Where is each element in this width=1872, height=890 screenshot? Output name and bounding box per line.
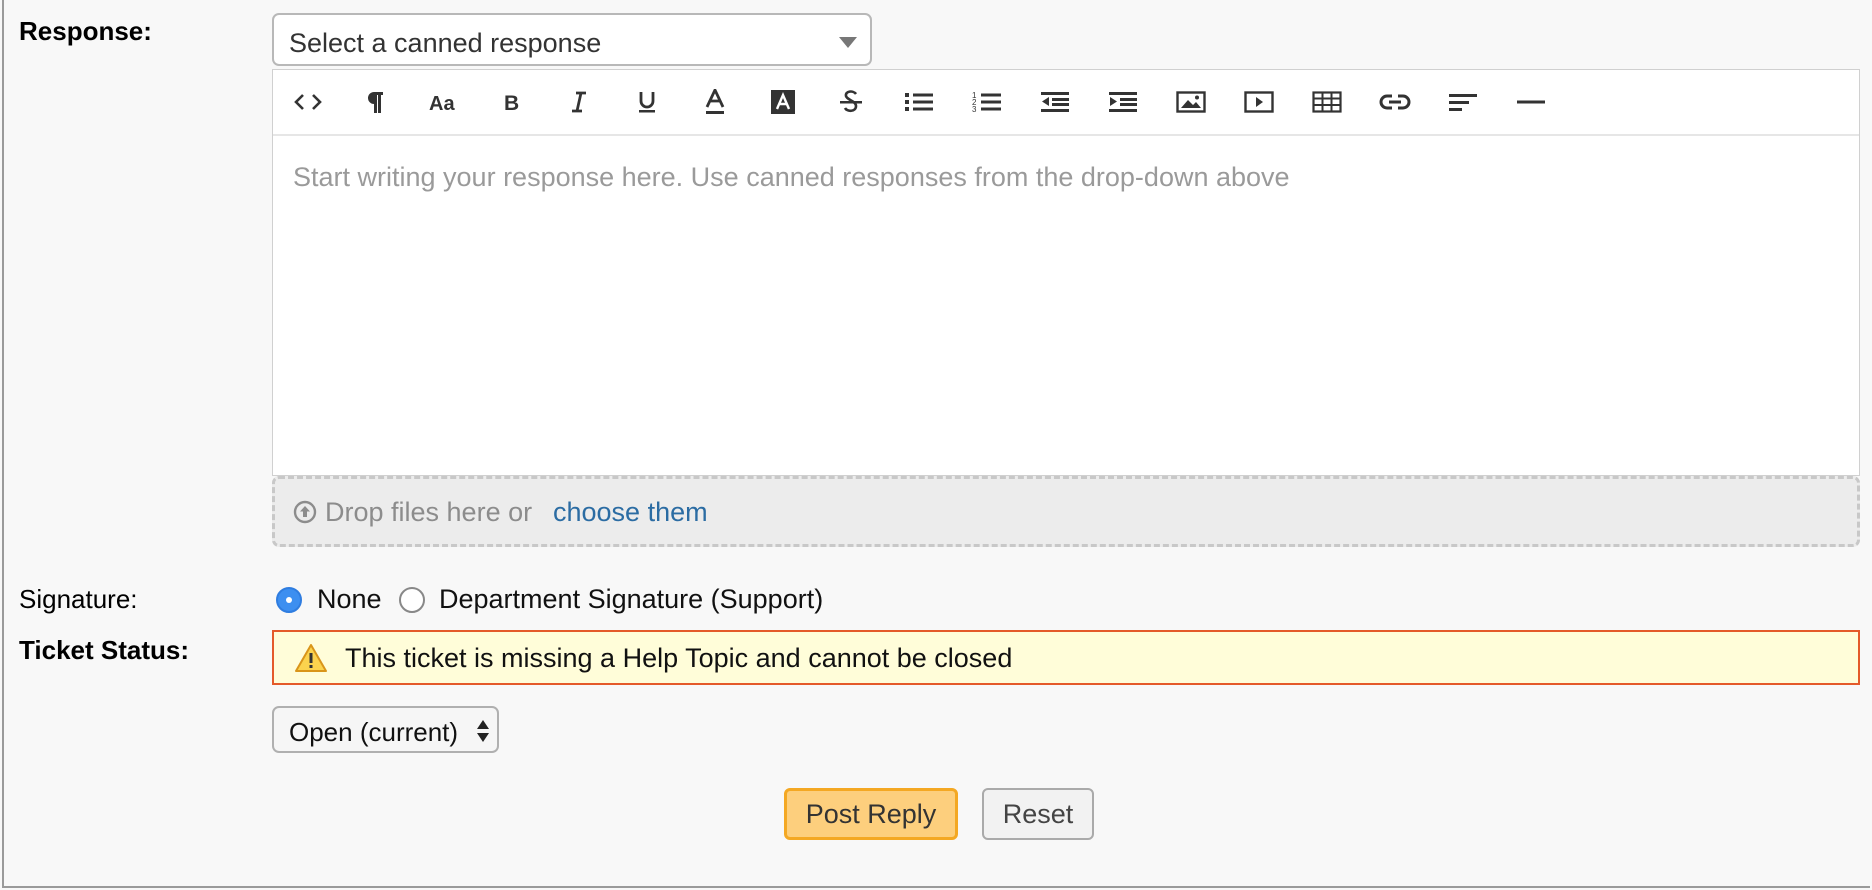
ordered-list-icon[interactable]: 123 [965,80,1009,124]
help-topic-warning: This ticket is missing a Help Topic and … [272,630,1860,685]
response-editor[interactable]: Aa B 123 Start writing your response her… [272,69,1860,476]
choose-files-link[interactable]: choose them [553,497,708,528]
upload-icon [293,500,317,529]
response-label: Response: [19,16,152,46]
underline-icon[interactable] [625,80,669,124]
link-icon[interactable] [1373,80,1417,124]
svg-text:B: B [504,92,519,113]
font-size-icon[interactable]: Aa [421,80,465,124]
italic-icon[interactable] [557,80,601,124]
svg-text:Aa: Aa [429,93,455,113]
paragraph-icon[interactable] [353,80,397,124]
file-dropzone[interactable]: Drop files here or choose them [272,476,1860,547]
horizontal-rule-icon[interactable] [1509,80,1553,124]
strikethrough-icon[interactable] [829,80,873,124]
canned-response-select[interactable]: Select a canned response [272,13,872,66]
svg-text:3: 3 [972,105,977,114]
editor-toolbar: Aa B 123 [273,70,1859,136]
signature-none-radio[interactable] [276,587,302,613]
font-color-icon[interactable] [693,80,737,124]
post-reply-button[interactable]: Post Reply [784,788,958,840]
signature-label: Signature: [19,584,138,614]
canned-response-value: Select a canned response [289,28,602,58]
html-icon[interactable] [286,80,330,124]
chevron-down-icon [839,37,857,48]
signature-none-label[interactable]: None [317,584,382,615]
table-icon[interactable] [1305,80,1349,124]
up-down-arrows-icon [476,719,490,748]
outdent-icon[interactable] [1033,80,1077,124]
align-icon[interactable] [1441,80,1485,124]
warning-icon [294,643,328,678]
signature-department-label[interactable]: Department Signature (Support) [439,584,823,615]
ticket-status-select[interactable]: Open (current) [272,706,499,753]
video-icon[interactable] [1237,80,1281,124]
ticket-status-value: Open (current) [289,717,459,747]
image-icon[interactable] [1169,80,1213,124]
dropzone-text: Drop files here or [325,497,533,527]
editor-placeholder[interactable]: Start writing your response here. Use ca… [293,162,1290,193]
unordered-list-icon[interactable] [897,80,941,124]
signature-department-radio[interactable] [399,587,425,613]
reset-button[interactable]: Reset [982,788,1094,840]
background-color-icon[interactable] [761,80,805,124]
ticket-status-label: Ticket Status: [19,635,190,665]
indent-icon[interactable] [1101,80,1145,124]
warning-text: This ticket is missing a Help Topic and … [345,643,1013,673]
bold-icon[interactable]: B [489,80,533,124]
